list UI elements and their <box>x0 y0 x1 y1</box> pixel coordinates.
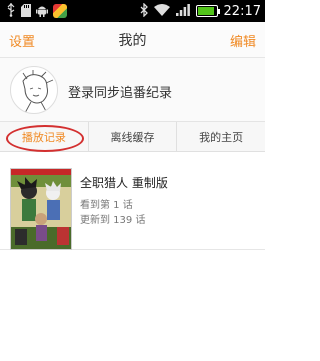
tab-bar: 播放记录 离线缓存 我的主页 <box>0 122 265 152</box>
login-banner[interactable]: 登录同步追番纪录 <box>0 58 265 122</box>
tab-label: 我的主页 <box>199 130 244 144</box>
tab-my-homepage[interactable]: 我的主页 <box>176 122 265 151</box>
tab-play-history[interactable]: 播放记录 <box>0 122 88 152</box>
anime-title: 全职猎人 重制版 <box>80 176 168 190</box>
signal-icon <box>175 4 190 18</box>
login-sync-prompt[interactable]: 登录同步追番纪录 <box>68 82 172 101</box>
anime-cover-image <box>10 168 72 250</box>
clock: 22:17 <box>223 3 261 19</box>
title-bar: 设置 我的 编辑 <box>0 22 265 58</box>
update-status: 更新到 139 话 <box>80 215 146 226</box>
tab-label: 离线缓存 <box>110 130 155 144</box>
watched-progress: 看到第 1 话 <box>80 200 133 211</box>
usb-icon <box>6 3 16 19</box>
avatar[interactable] <box>10 66 58 114</box>
status-bar: 22:17 <box>0 0 265 22</box>
tab-label: 播放记录 <box>21 130 66 144</box>
tab-offline-cache[interactable]: 离线缓存 <box>87 122 177 151</box>
bluetooth-icon <box>140 2 148 19</box>
wifi-icon <box>153 4 170 18</box>
sd-card-icon <box>21 3 31 19</box>
page-title: 我的 <box>118 33 147 49</box>
battery-icon <box>195 5 220 17</box>
edit-button[interactable]: 编辑 <box>230 31 256 50</box>
list-item[interactable]: 全职猎人 重制版 看到第 1 话 更新到 139 话 <box>0 160 265 250</box>
android-icon <box>36 4 48 19</box>
avatar-sketch-icon <box>22 70 54 113</box>
app-icon <box>53 4 67 18</box>
